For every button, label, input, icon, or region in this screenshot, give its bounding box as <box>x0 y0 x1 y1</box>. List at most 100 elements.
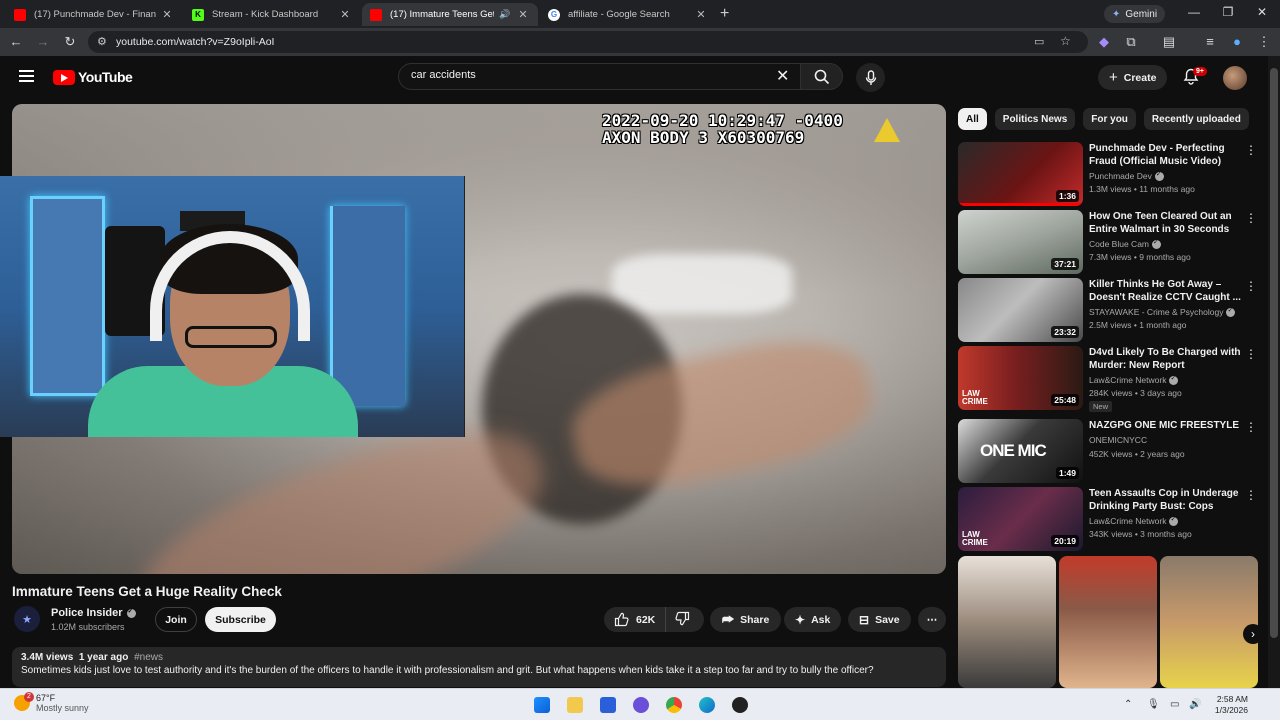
discord-icon[interactable] <box>633 697 649 713</box>
more-vertical-icon[interactable]: ⋮ <box>1245 420 1257 434</box>
new-tab-icon[interactable]: + <box>720 5 729 23</box>
hamburger-menu-icon[interactable] <box>19 70 34 82</box>
video-thumbnail[interactable]: LAW CRIME 25:48 <box>958 346 1083 410</box>
microphone-tray-icon[interactable]: 🎙 <box>1147 699 1160 710</box>
recommended-video[interactable]: LAW CRIME 25:48 D4vd Likely To Be Charged… <box>958 346 1258 412</box>
more-vertical-icon[interactable]: ⋮ <box>1245 279 1257 293</box>
channel-name[interactable]: Code Blue Cam <box>1089 239 1149 249</box>
video-thumbnail[interactable]: ONE MIC 1:49 <box>958 419 1083 483</box>
forward-arrow-icon[interactable]: → <box>34 33 52 51</box>
subscribe-button[interactable]: Subscribe <box>205 607 276 632</box>
chip-politics-news[interactable]: Politics News <box>994 108 1076 130</box>
account-avatar[interactable] <box>1223 66 1247 90</box>
close-tab-icon[interactable]: ✕ <box>160 8 174 21</box>
audio-playing-icon[interactable]: 🔊 <box>498 9 512 20</box>
chip-recently-uploaded[interactable]: Recently uploaded <box>1143 108 1249 130</box>
short-thumbnail[interactable] <box>958 556 1056 688</box>
site-settings-icon[interactable]: ⚙ <box>97 35 107 48</box>
video-description[interactable]: 3.4M views 1 year ago #news Sometimes ki… <box>12 647 946 687</box>
more-vertical-icon[interactable]: ⋮ <box>1245 347 1257 361</box>
dislike-button[interactable] <box>666 611 699 629</box>
recommended-video[interactable]: 1:36 Punchmade Dev - Perfecting Fraud (O… <box>958 142 1258 206</box>
system-clock[interactable]: 2:58 AM 1/3/2026 <box>1212 694 1248 716</box>
tab-immature-teens[interactable]: (17) Immature Teens Get a H 🔊 ✕ <box>362 3 538 26</box>
page-scrollbar[interactable] <box>1268 56 1280 688</box>
youtube-logo[interactable]: YouTube <box>53 69 133 85</box>
media-control-icon[interactable]: ≡ <box>1201 33 1219 51</box>
channel-name[interactable]: Law&Crime Network <box>1089 375 1166 385</box>
browser-menu-icon[interactable]: ⋮ <box>1255 33 1273 51</box>
cast-icon[interactable]: ▭ <box>1034 35 1044 48</box>
channel-avatar[interactable]: ★ <box>14 606 40 632</box>
recommended-video[interactable]: LAW CRIME 20:19 Teen Assaults Cop in Unde… <box>958 487 1258 551</box>
video-thumbnail[interactable]: 1:36 <box>958 142 1083 206</box>
close-tab-icon[interactable]: ✕ <box>338 8 352 21</box>
channel-name[interactable]: Law&Crime Network <box>1089 516 1166 526</box>
edge-icon[interactable] <box>699 697 715 713</box>
bookmark-star-icon[interactable]: ☆ <box>1060 34 1071 48</box>
windows-start-icon[interactable] <box>534 697 550 713</box>
weather-widget[interactable]: 2 67°F Mostly sunny <box>14 692 89 713</box>
video-title[interactable]: NAZGPG ONE MIC FREESTYLE <box>1089 419 1244 432</box>
file-explorer-icon[interactable] <box>567 697 583 713</box>
video-title[interactable]: Teen Assaults Cop in Underage Drinking P… <box>1089 487 1244 513</box>
video-title[interactable]: Killer Thinks He Got Away – Doesn't Real… <box>1089 278 1244 304</box>
tab-google-search[interactable]: G affiliate - Google Search ✕ <box>540 3 716 26</box>
more-vertical-icon[interactable]: ⋮ <box>1245 488 1257 502</box>
channel-name[interactable]: Punchmade Dev <box>1089 171 1152 181</box>
tab-punchmade[interactable]: (17) Punchmade Dev - Financial ✕ <box>6 3 182 26</box>
more-vertical-icon[interactable]: ⋮ <box>1245 143 1257 157</box>
voice-search-button[interactable] <box>856 63 885 92</box>
channel-name[interactable]: STAYAWAKE - Crime & Psychology <box>1089 307 1223 317</box>
chevron-up-icon[interactable]: ⌃ <box>1124 699 1132 710</box>
save-button[interactable]: ⊟ Save <box>848 607 911 632</box>
close-tab-icon[interactable]: ✕ <box>516 8 530 21</box>
like-button[interactable]: 62K <box>604 607 667 632</box>
puzzle-extensions-icon[interactable]: ⧉ <box>1122 33 1140 51</box>
minimize-icon[interactable]: — <box>1184 5 1204 19</box>
more-actions-button[interactable]: ⋯ <box>918 607 946 632</box>
short-thumbnail[interactable] <box>1160 556 1258 688</box>
chevron-right-icon[interactable]: › <box>1243 624 1263 644</box>
back-arrow-icon[interactable]: ← <box>7 33 25 51</box>
channel-name-row[interactable]: Police Insider <box>51 607 136 619</box>
obs-icon[interactable] <box>732 697 748 713</box>
more-vertical-icon[interactable]: ⋮ <box>1245 211 1257 225</box>
video-title[interactable]: Punchmade Dev - Perfecting Fraud (Offici… <box>1089 142 1244 168</box>
scrollbar-thumb[interactable] <box>1270 68 1278 638</box>
recommended-video[interactable]: ONE MIC 1:49 NAZGPG ONE MIC FREESTYLE ON… <box>958 419 1258 483</box>
gemini-button[interactable]: ✦ Gemini <box>1104 5 1166 23</box>
tab-kick[interactable]: K Stream - Kick Dashboard ✕ <box>184 3 360 26</box>
close-window-icon[interactable]: ✕ <box>1252 5 1272 19</box>
search-button[interactable] <box>800 63 843 90</box>
channel-name[interactable]: Police Insider <box>51 607 123 619</box>
ask-button[interactable]: ✦ Ask <box>784 607 842 632</box>
recommended-video[interactable]: 37:21 How One Teen Cleared Out an Entire… <box>958 210 1258 274</box>
video-thumbnail[interactable]: 23:32 <box>958 278 1083 342</box>
profile-icon[interactable]: ● <box>1228 33 1246 51</box>
channel-name[interactable]: ONEMICNYCC <box>1089 435 1147 445</box>
video-thumbnail[interactable]: 37:21 <box>958 210 1083 274</box>
close-tab-icon[interactable]: ✕ <box>694 8 708 21</box>
store-icon[interactable] <box>600 697 616 713</box>
create-button[interactable]: + Create <box>1098 65 1168 90</box>
address-bar[interactable]: ⚙ youtube.com/watch?v=Z9oIpli-AoI ▭ ☆ <box>88 31 1088 53</box>
join-button[interactable]: Join <box>155 607 197 632</box>
chrome-icon[interactable] <box>666 697 682 713</box>
recommended-video[interactable]: 23:32 Killer Thinks He Got Away – Doesn'… <box>958 278 1258 342</box>
chip-for-you[interactable]: For you <box>1083 108 1136 130</box>
network-icon[interactable]: ▭ <box>1170 699 1179 710</box>
short-thumbnail[interactable] <box>1059 556 1157 688</box>
video-thumbnail[interactable]: LAW CRIME 20:19 <box>958 487 1083 551</box>
video-title[interactable]: How One Teen Cleared Out an Entire Walma… <box>1089 210 1244 236</box>
video-title[interactable]: D4vd Likely To Be Charged with Murder: N… <box>1089 346 1244 372</box>
chip-all[interactable]: All <box>958 108 987 130</box>
clear-search-icon[interactable]: ✕ <box>776 66 789 86</box>
extension-icon[interactable]: ◆ <box>1095 33 1113 51</box>
search-input[interactable] <box>411 69 761 81</box>
volume-icon[interactable]: 🔊 <box>1189 699 1201 710</box>
sidepanel-icon[interactable]: ▤ <box>1160 33 1178 51</box>
reload-icon[interactable]: ↻ <box>61 33 79 51</box>
share-button[interactable]: ⮫ Share <box>710 607 782 632</box>
hashtag-link[interactable]: #news <box>134 652 163 663</box>
